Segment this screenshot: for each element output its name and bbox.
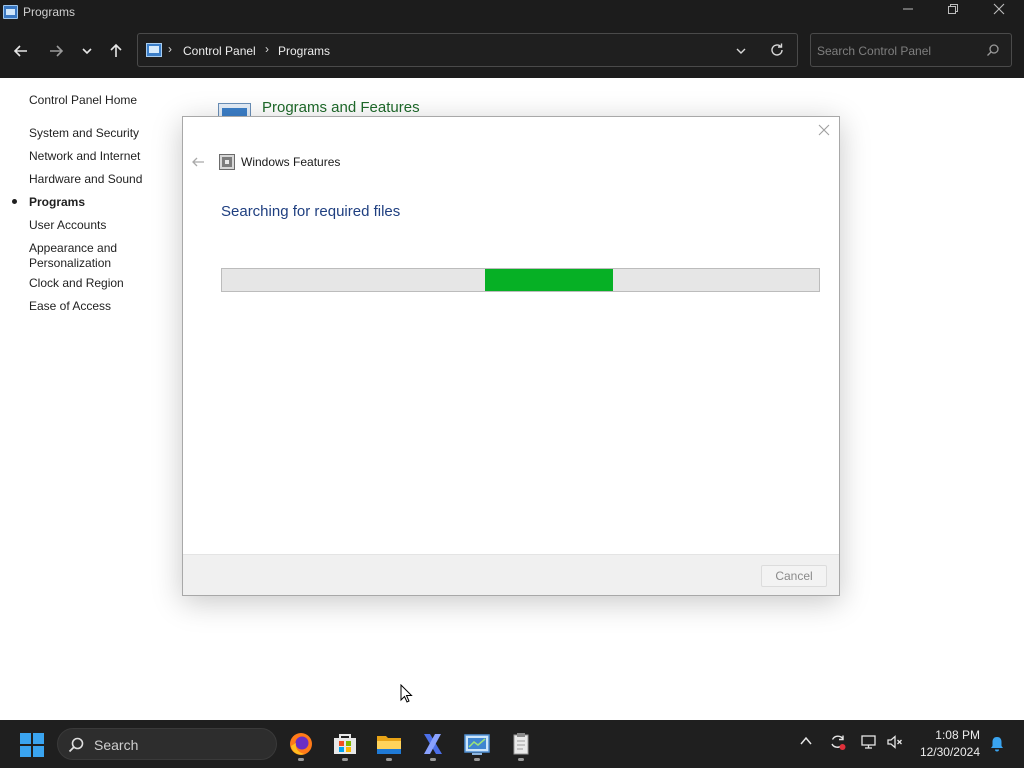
taskbar-app-firefox[interactable] [285, 728, 317, 761]
sidebar-item-appearance-line-2[interactable]: Personalization [29, 256, 111, 271]
mouse-pointer-icon [400, 684, 413, 703]
arrow-left-icon [192, 157, 204, 167]
sidebar-item-network-and-internet[interactable]: Network and Internet [29, 149, 140, 164]
up-button[interactable] [103, 38, 129, 64]
sidebar-item-system-and-security[interactable]: System and Security [29, 126, 139, 141]
windows-features-dialog: Windows Features Searching for required … [182, 116, 840, 596]
running-indicator [298, 758, 304, 761]
taskbar: Search 1:08 PM 12/30/2024 [0, 720, 1024, 768]
chevron-right-icon: › [265, 42, 269, 56]
progress-bar-fill [484, 269, 614, 291]
chevron-up-icon [800, 736, 812, 745]
arrow-left-icon [13, 45, 27, 57]
volume-muted-icon [887, 735, 902, 749]
refresh-button[interactable] [769, 42, 785, 63]
network-button[interactable] [860, 733, 878, 756]
taskbar-search-label: Search [94, 737, 139, 753]
breadcrumb-control-panel[interactable]: Control Panel [183, 44, 256, 58]
search-icon [986, 43, 1000, 62]
windows-logo-icon [20, 733, 31, 744]
taskbar-app-notepad[interactable] [505, 728, 537, 761]
windows-logo-icon [33, 733, 44, 744]
cancel-button[interactable]: Cancel [761, 565, 827, 587]
sidebar-item-clock-and-region[interactable]: Clock and Region [29, 276, 124, 291]
windows-logo-icon [33, 746, 44, 757]
taskbar-app-file-explorer[interactable] [373, 728, 405, 761]
taskbar-app-control-panel[interactable] [461, 728, 493, 761]
programs-and-features-icon [218, 103, 251, 118]
taskbar-clock-time[interactable]: 1:08 PM [920, 728, 980, 742]
minimize-button[interactable] [885, 0, 931, 24]
minimize-icon [903, 8, 913, 10]
network-icon [861, 735, 876, 749]
window-title: Programs [23, 5, 76, 19]
taskbar-clock-date[interactable]: 12/30/2024 [912, 745, 980, 759]
close-icon [993, 3, 1005, 15]
sync-icon [831, 735, 846, 750]
breadcrumb-programs[interactable]: Programs [278, 44, 330, 58]
progress-bar [221, 268, 820, 292]
forward-button[interactable] [43, 38, 69, 64]
show-hidden-icons-button[interactable] [799, 734, 813, 753]
control-panel-icon [146, 43, 162, 57]
dialog-status-heading: Searching for required files [221, 203, 401, 220]
x-app-icon [424, 734, 442, 754]
arrow-right-icon [50, 45, 64, 57]
windows-features-icon [219, 154, 235, 170]
active-item-bullet [12, 199, 17, 204]
notepad-icon [513, 733, 529, 755]
sidebar-item-programs[interactable]: Programs [29, 195, 85, 210]
running-indicator [342, 758, 348, 761]
taskbar-search[interactable]: Search [57, 728, 277, 760]
programs-and-features-link[interactable]: Programs and Features [262, 99, 420, 116]
chevron-down-icon [736, 48, 746, 54]
restore-icon [948, 4, 958, 14]
chevron-right-icon: › [168, 42, 172, 56]
back-button[interactable] [8, 38, 34, 64]
title-bar: Programs [0, 0, 1024, 24]
firefox-icon [290, 733, 312, 755]
bell-icon [991, 737, 1003, 752]
sidebar-item-appearance-line-1[interactable]: Appearance and [29, 241, 117, 256]
address-bar[interactable]: › Control Panel › Programs [137, 33, 798, 67]
control-panel-sidebar: Control Panel Home System and Security N… [0, 78, 175, 720]
running-indicator [430, 758, 436, 761]
windows-logo-icon [20, 746, 31, 757]
running-indicator [518, 758, 524, 761]
control-panel-icon [3, 5, 18, 19]
notifications-button[interactable] [988, 735, 1006, 758]
maximize-button[interactable] [930, 0, 976, 24]
dialog-close-button[interactable] [817, 123, 833, 139]
running-indicator [474, 758, 480, 761]
control-panel-icon [464, 734, 490, 755]
taskbar-app-x[interactable] [417, 728, 449, 761]
dialog-title: Windows Features [241, 155, 341, 169]
sync-status-button[interactable] [829, 733, 847, 756]
close-icon [818, 124, 830, 136]
sidebar-item-control-panel-home[interactable]: Control Panel Home [29, 93, 137, 108]
taskbar-app-store[interactable] [329, 728, 361, 761]
sidebar-item-user-accounts[interactable]: User Accounts [29, 218, 106, 233]
start-button[interactable] [20, 733, 44, 757]
refresh-icon [771, 43, 783, 56]
close-button[interactable] [976, 0, 1022, 24]
address-history-button[interactable] [734, 44, 748, 63]
sidebar-item-hardware-and-sound[interactable]: Hardware and Sound [29, 172, 142, 187]
search-box[interactable] [810, 33, 1012, 67]
microsoft-store-icon [334, 734, 356, 754]
running-indicator [386, 758, 392, 761]
volume-button[interactable] [886, 733, 904, 756]
arrow-up-icon [110, 43, 122, 57]
recent-locations-button[interactable] [74, 38, 100, 64]
sidebar-item-ease-of-access[interactable]: Ease of Access [29, 299, 111, 314]
search-icon [68, 737, 84, 758]
file-explorer-icon [377, 736, 401, 754]
navigation-bar: › Control Panel › Programs [0, 24, 1024, 78]
dialog-footer: Cancel [183, 554, 839, 595]
chevron-down-icon [82, 48, 92, 55]
search-input[interactable] [817, 42, 982, 59]
dialog-back-button[interactable] [190, 154, 206, 175]
